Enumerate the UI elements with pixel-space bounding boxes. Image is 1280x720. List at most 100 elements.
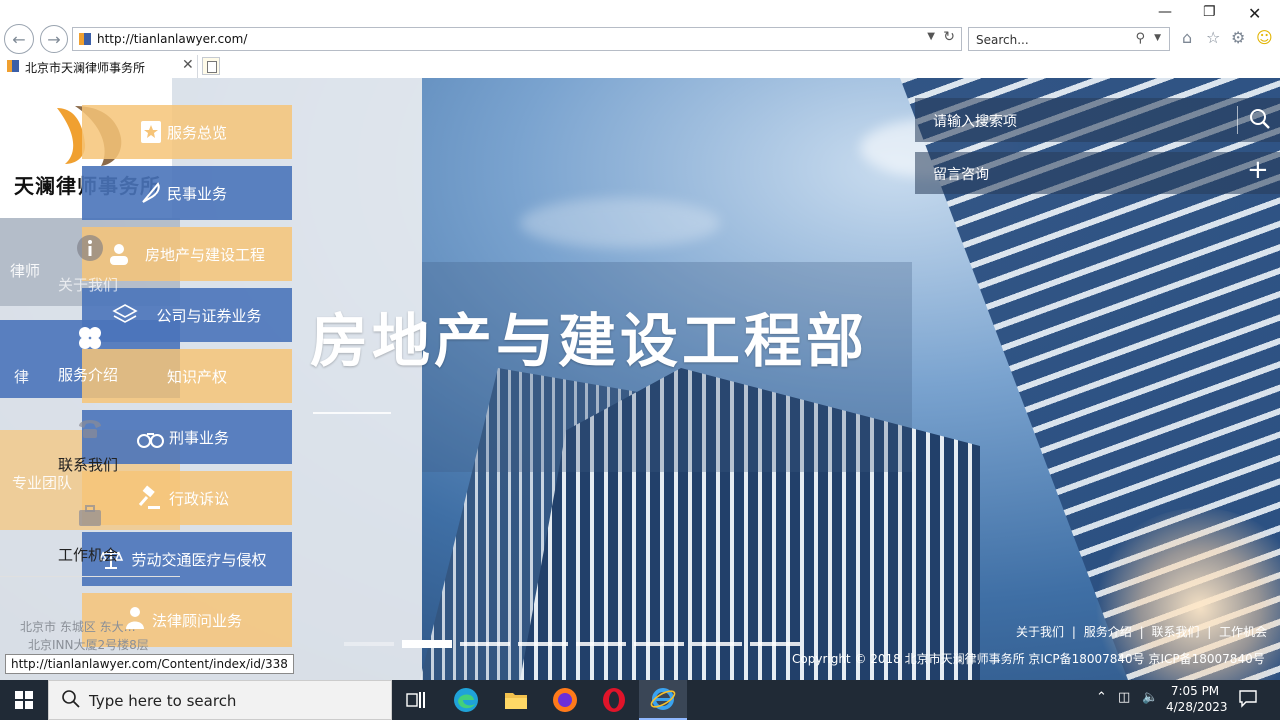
- footer-copyright: Copyright © 2018 北京市天澜律师事务所 京ICP备1800784…: [792, 652, 1265, 666]
- footer-link-services[interactable]: 服务介绍: [1084, 625, 1132, 639]
- search-icon: [62, 690, 80, 708]
- taskbar-search[interactable]: Type here to search: [48, 680, 392, 720]
- minimize-icon[interactable]: —: [1158, 4, 1172, 20]
- tab-title: 北京市天澜律师事务所: [25, 61, 146, 75]
- arrow-right-icon: →: [47, 29, 61, 49]
- footer-links: 关于我们 | 服务介绍 | 联系我们 | 工作机会: [1016, 623, 1271, 640]
- opera-app[interactable]: [590, 680, 638, 720]
- briefcase-icon: [79, 505, 101, 526]
- network-icon[interactable]: ◫: [1118, 690, 1130, 705]
- menu-item-civil[interactable]: 民事业务: [82, 166, 292, 220]
- volume-icon[interactable]: 🔈: [1142, 690, 1158, 705]
- tab-favicon-icon: [7, 60, 19, 72]
- consult-label[interactable]: 留言咨询: [933, 164, 989, 184]
- slider-dot[interactable]: [460, 642, 510, 646]
- internet-explorer-icon: [650, 688, 676, 710]
- consult-panel[interactable]: 留言咨询 +: [915, 152, 1280, 194]
- browser-search-box[interactable]: Search... ⚲ ▼: [968, 27, 1170, 51]
- menu-item-real-estate[interactable]: 房地产与建设工程: [82, 227, 292, 281]
- slider-dot-active[interactable]: [402, 640, 452, 648]
- edge-icon: [454, 688, 478, 712]
- site-favicon-icon: [79, 33, 91, 45]
- task-view-button[interactable]: [392, 680, 440, 720]
- cloud-decoration: [520, 198, 720, 248]
- feedback-smiley-icon[interactable]: ☺: [1256, 28, 1273, 47]
- tab-close-icon[interactable]: ✕: [182, 57, 194, 73]
- menu-item-corporate[interactable]: 公司与证券业务: [82, 288, 292, 342]
- web-page: 律师 律 专业团队 天澜律师事务所 服务总览 民事业务 房地产与建设工程 公司与…: [0, 78, 1280, 680]
- address-url[interactable]: http://tianlanlawyer.com/: [97, 32, 247, 46]
- home-icon[interactable]: ⌂: [1182, 28, 1192, 47]
- internet-explorer-app[interactable]: [639, 680, 687, 720]
- slider-dot[interactable]: [750, 642, 800, 646]
- browser-search-placeholder[interactable]: Search...: [976, 33, 1029, 47]
- browser-tab[interactable]: 北京市天澜律师事务所 ✕: [0, 55, 198, 78]
- start-button[interactable]: [0, 680, 48, 720]
- folder-icon: [505, 693, 527, 709]
- back-button[interactable]: ←: [4, 24, 34, 54]
- slider-dot[interactable]: [576, 642, 626, 646]
- nav-divider: [0, 576, 180, 577]
- arrow-left-icon: ←: [12, 29, 26, 49]
- slider-dot[interactable]: [634, 642, 684, 646]
- edge-app[interactable]: [442, 680, 490, 720]
- nav-about-us[interactable]: 关于我们: [58, 274, 118, 295]
- footer-link-contact[interactable]: 联系我们: [1151, 625, 1199, 639]
- slider-dot[interactable]: [344, 642, 394, 646]
- taskbar: Type here to search ⌃ ◫ 🔈 7:05 PM 4/28/2…: [0, 680, 1280, 720]
- badge-star-icon: [141, 121, 161, 143]
- address-bar[interactable]: http://tianlanlawyer.com/ ▼ ↻: [72, 27, 962, 51]
- banner-title: 房地产与建设工程部: [310, 307, 869, 375]
- menu-item-administrative[interactable]: 行政诉讼: [82, 471, 292, 525]
- footer-link-jobs[interactable]: 工作机会: [1219, 625, 1267, 639]
- address-line: 北京INN大厦2号楼8层: [28, 638, 149, 652]
- footer-link-about[interactable]: 关于我们: [1016, 625, 1064, 639]
- gear-icon[interactable]: ⚙: [1231, 28, 1245, 47]
- forward-button[interactable]: →: [40, 25, 68, 53]
- gavel-icon: [138, 485, 160, 509]
- footer-separator: |: [1139, 625, 1144, 639]
- clock-time: 7:05 PM: [1170, 684, 1220, 698]
- search-icon[interactable]: ⚲: [1135, 31, 1145, 46]
- clock-date: 4/28/2023: [1166, 700, 1228, 714]
- search-separator: [1237, 106, 1238, 134]
- opera-icon: [603, 688, 625, 712]
- firefox-app[interactable]: [541, 680, 589, 720]
- ghost-nav-label: 律师: [10, 262, 41, 280]
- system-clock[interactable]: 7:05 PM 4/28/2023: [1166, 683, 1228, 715]
- site-search[interactable]: 请输入搜索项: [915, 98, 1280, 142]
- telephone-icon: [79, 420, 101, 438]
- task-view-icon: [406, 692, 425, 708]
- banner-underline: [313, 412, 391, 414]
- new-tab-button[interactable]: [202, 57, 220, 75]
- footer-separator: |: [1207, 625, 1212, 639]
- maximize-icon[interactable]: ❐: [1203, 4, 1216, 20]
- search-dropdown-icon[interactable]: ▼: [1154, 33, 1161, 43]
- favorites-star-icon[interactable]: ☆: [1206, 28, 1220, 47]
- windows-logo-icon: [15, 691, 33, 709]
- search-icon[interactable]: [1249, 108, 1271, 130]
- nav-contact-us[interactable]: 联系我们: [58, 454, 118, 475]
- info-icon: [77, 235, 103, 261]
- ghost-nav-label: 专业团队: [12, 474, 73, 492]
- feather-pen-icon: [142, 182, 160, 203]
- address-dropdown-icon[interactable]: ▼: [927, 31, 935, 42]
- close-window-icon[interactable]: ✕: [1248, 4, 1261, 23]
- notifications-icon[interactable]: [1238, 688, 1258, 712]
- site-search-label[interactable]: 请输入搜索项: [933, 111, 1017, 131]
- slider-dot[interactable]: [692, 642, 742, 646]
- footer-separator: |: [1071, 625, 1076, 639]
- nav-jobs[interactable]: 工作机会: [58, 544, 118, 565]
- file-explorer-app[interactable]: [492, 680, 540, 720]
- slider-dot[interactable]: [518, 642, 568, 646]
- plus-icon[interactable]: +: [1247, 155, 1269, 185]
- tray-chevron-icon[interactable]: ⌃: [1096, 690, 1107, 705]
- handcuffs-icon: [137, 433, 164, 448]
- layers-icon: [112, 304, 138, 323]
- taskbar-search-placeholder[interactable]: Type here to search: [89, 692, 236, 710]
- four-petal-icon: [79, 327, 101, 349]
- nav-services[interactable]: 服务介绍: [58, 364, 118, 385]
- refresh-icon[interactable]: ↻: [943, 29, 955, 45]
- address-line: 北京市 东城区 东大…: [20, 620, 136, 634]
- menu-item-service-overview[interactable]: 服务总览: [82, 105, 292, 159]
